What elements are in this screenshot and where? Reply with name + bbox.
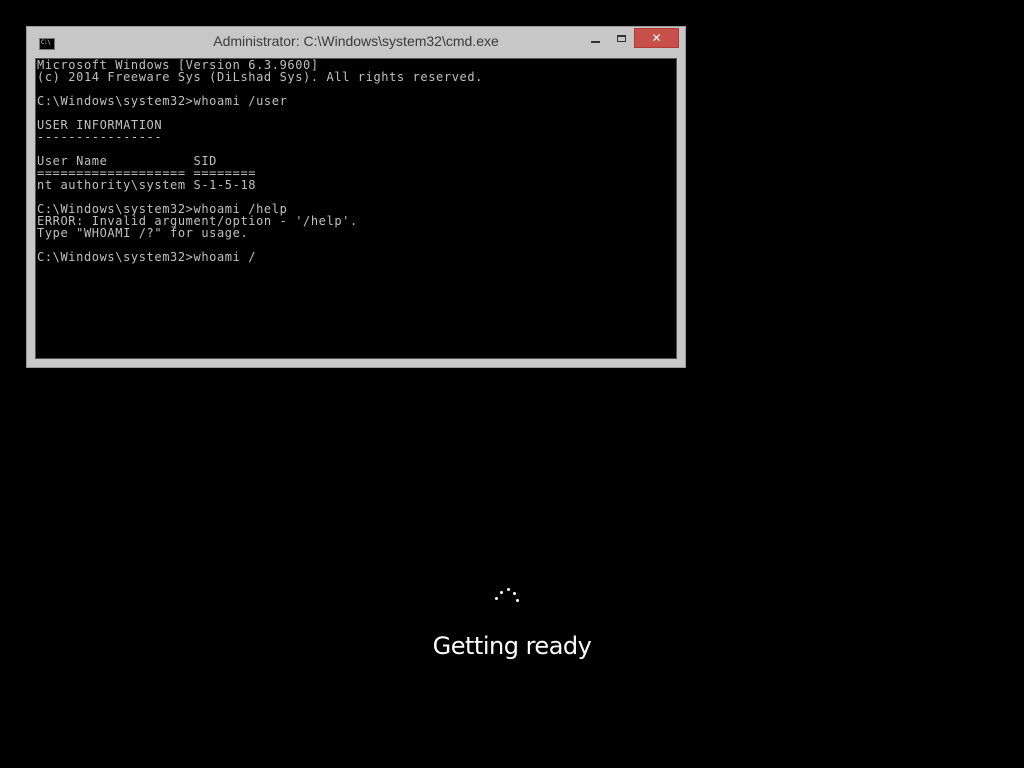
console-line: C:\Windows\system32>whoami /user [37,94,288,108]
minimize-icon [590,41,600,43]
console-text: Microsoft Windows [Version 6.3.9600] (c) … [36,59,676,263]
spinner-dot [500,591,503,594]
console-line: ---------------- [37,130,163,144]
window-title: Administrator: C:\Windows\system32\cmd.e… [213,33,499,49]
desktop-screen: C:\ Administrator: C:\Windows\system32\c… [0,0,1024,768]
console-line: Type "WHOAMI /?" for usage. [37,226,249,240]
console-line: nt authority\system S-1-5-18 [37,178,257,192]
cmd-icon-glyph: C:\ [41,39,51,46]
maximize-button[interactable] [608,28,634,48]
console-output[interactable]: Microsoft Windows [Version 6.3.9600] (c) … [35,58,677,359]
cmd-window[interactable]: C:\ Administrator: C:\Windows\system32\c… [26,26,686,368]
console-line: (c) 2014 Freeware Sys (DiLshad Sys). All… [37,70,484,84]
minimize-button[interactable] [582,28,608,48]
setup-status-text: Getting ready [432,632,592,660]
close-icon: ✕ [651,31,662,45]
console-prompt-line: C:\Windows\system32>whoami / [37,250,257,264]
title-bar[interactable]: C:\ Administrator: C:\Windows\system32\c… [27,27,685,59]
cmd-icon[interactable]: C:\ [39,38,55,50]
loading-spinner-icon [491,583,525,609]
maximize-icon [616,34,626,42]
close-button[interactable]: ✕ [634,28,679,48]
spinner-dot [507,588,510,591]
spinner-dot [513,592,516,595]
spinner-dot [516,599,519,602]
spinner-dot [495,597,498,600]
